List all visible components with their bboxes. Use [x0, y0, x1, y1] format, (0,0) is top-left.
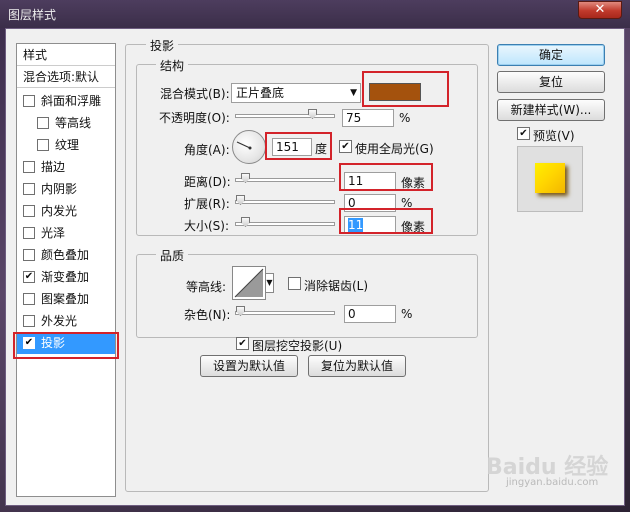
style-item-inner-glow[interactable]: 内发光 — [17, 200, 115, 222]
noise-slider[interactable] — [235, 306, 335, 316]
spread-slider[interactable] — [235, 195, 335, 205]
ok-button[interactable]: 确定 — [497, 44, 605, 66]
distance-slider-thumb[interactable] — [241, 173, 250, 183]
layer-style-dialog: 图层样式 ✕ 样式 混合选项:默认 斜面和浮雕 等高线 纹理 描边 内阴影 内发… — [0, 0, 630, 512]
dialog-body: 样式 混合选项:默认 斜面和浮雕 等高线 纹理 描边 内阴影 内发光 光泽 颜色… — [5, 28, 625, 506]
highlight-distance — [339, 163, 433, 191]
style-item-bevel-emboss[interactable]: 斜面和浮雕 — [17, 90, 115, 112]
contour-picker[interactable] — [232, 266, 266, 300]
highlight-drop-shadow-item — [13, 332, 119, 359]
antialias-label: 消除锯齿(L) — [304, 279, 369, 293]
angle-label: 角度(A): — [184, 143, 230, 157]
noise-input[interactable]: 0 — [344, 305, 396, 323]
reset-default-button[interactable]: 复位为默认值 — [308, 355, 406, 377]
style-item-stroke[interactable]: 描边 — [17, 156, 115, 178]
structure-title: 结构 — [156, 57, 189, 74]
quality-group — [136, 254, 478, 338]
bevel-emboss-checkbox[interactable] — [23, 95, 35, 107]
texture-checkbox[interactable] — [37, 139, 49, 151]
angle-dial-icon — [236, 141, 252, 150]
style-item-color-overlay[interactable]: 颜色叠加 — [17, 244, 115, 266]
new-style-button[interactable]: 新建样式(W)... — [497, 99, 605, 121]
style-item-gradient-overlay[interactable]: ✔ 渐变叠加 — [17, 266, 115, 288]
inner-shadow-checkbox[interactable] — [23, 183, 35, 195]
close-button[interactable]: ✕ — [578, 1, 622, 19]
highlight-angle — [265, 132, 332, 160]
dropdown-arrow-icon: ▼ — [350, 88, 357, 98]
stroke-checkbox[interactable] — [23, 161, 35, 173]
outer-glow-checkbox[interactable] — [23, 315, 35, 327]
highlight-color — [362, 71, 449, 107]
inner-glow-checkbox[interactable] — [23, 205, 35, 217]
preview-thumbnail — [535, 163, 565, 193]
highlight-size — [339, 208, 433, 234]
global-light-checkbox[interactable]: ✔ — [339, 140, 352, 153]
gradient-overlay-checkbox[interactable]: ✔ — [23, 271, 35, 283]
global-light-label: 使用全局光(G) — [355, 142, 434, 156]
blend-options-item[interactable]: 混合选项:默认 — [17, 66, 115, 88]
opacity-slider-thumb[interactable] — [308, 109, 317, 119]
styles-list: 样式 混合选项:默认 斜面和浮雕 等高线 纹理 描边 内阴影 内发光 光泽 颜色… — [16, 43, 116, 497]
contour-dropdown-icon[interactable]: ▼ — [265, 273, 274, 293]
preview-checkbox[interactable]: ✔ — [517, 127, 530, 140]
distance-slider[interactable] — [235, 173, 335, 183]
size-label: 大小(S): — [184, 219, 230, 233]
opacity-label: 不透明度(O): — [159, 111, 230, 125]
angle-dial[interactable] — [232, 130, 266, 164]
quality-title: 品质 — [156, 247, 189, 264]
style-item-contour[interactable]: 等高线 — [17, 112, 115, 134]
size-slider[interactable] — [235, 217, 335, 227]
reset-button[interactable]: 复位 — [497, 71, 605, 93]
noise-slider-thumb[interactable] — [236, 306, 245, 316]
style-preview — [517, 146, 583, 212]
contour-checkbox[interactable] — [37, 117, 49, 129]
size-slider-thumb[interactable] — [241, 217, 250, 227]
spread-label: 扩展(R): — [184, 197, 230, 211]
preview-label: 预览(V) — [533, 129, 575, 143]
noise-label: 杂色(N): — [184, 308, 231, 322]
antialias-checkbox[interactable] — [288, 277, 301, 290]
style-item-satin[interactable]: 光泽 — [17, 222, 115, 244]
window-title: 图层样式 — [8, 8, 57, 22]
style-item-outer-glow[interactable]: 外发光 — [17, 310, 115, 332]
title-bar: 图层样式 ✕ — [0, 0, 630, 28]
style-item-texture[interactable]: 纹理 — [17, 134, 115, 156]
spread-slider-thumb[interactable] — [236, 195, 245, 205]
style-item-inner-shadow[interactable]: 内阴影 — [17, 178, 115, 200]
knockout-checkbox[interactable]: ✔ — [236, 337, 249, 350]
contour-label: 等高线: — [186, 280, 227, 294]
satin-checkbox[interactable] — [23, 227, 35, 239]
baidu-watermark-url: jingyan.baidu.com — [506, 477, 599, 488]
knockout-label: 图层挖空投影(U) — [252, 339, 343, 353]
contour-linear-icon — [234, 268, 264, 298]
distance-label: 距离(D): — [184, 175, 231, 189]
blend-mode-label: 混合模式(B): — [160, 87, 230, 101]
opacity-slider[interactable] — [235, 109, 335, 119]
blend-mode-select[interactable]: 正片叠底 ▼ — [231, 83, 361, 103]
styles-header[interactable]: 样式 — [17, 44, 115, 66]
opacity-input[interactable]: 75 — [342, 109, 394, 127]
drop-shadow-title: 投影 — [146, 37, 179, 54]
style-item-pattern-overlay[interactable]: 图案叠加 — [17, 288, 115, 310]
pattern-overlay-checkbox[interactable] — [23, 293, 35, 305]
make-default-button[interactable]: 设置为默认值 — [200, 355, 298, 377]
color-overlay-checkbox[interactable] — [23, 249, 35, 261]
